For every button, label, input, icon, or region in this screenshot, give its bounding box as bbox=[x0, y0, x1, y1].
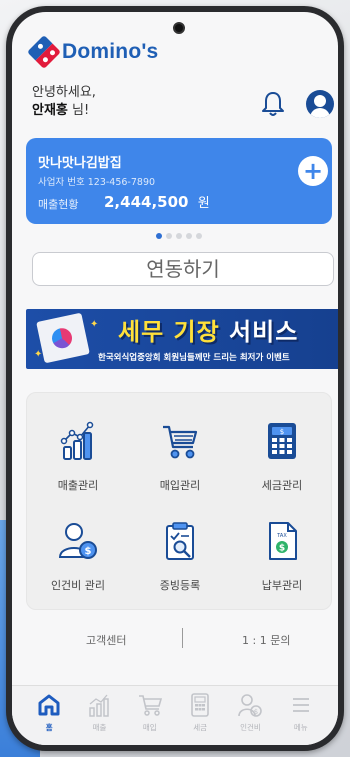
svg-text:$: $ bbox=[85, 546, 92, 557]
svg-text:$: $ bbox=[279, 544, 285, 554]
honorific: 님! bbox=[67, 103, 90, 118]
svg-text:$: $ bbox=[280, 428, 284, 436]
one-to-one-inquiry-link[interactable]: 1 : 1 문의 bbox=[242, 632, 290, 648]
menu-item-payment[interactable]: TAX $ 납부관리 bbox=[231, 511, 333, 611]
sales-label: 매출현황 bbox=[38, 198, 79, 211]
svg-text:$: $ bbox=[254, 708, 258, 716]
tab-label: 홈 bbox=[45, 723, 53, 732]
carousel-dot[interactable] bbox=[186, 233, 192, 239]
dominos-logo-icon bbox=[27, 35, 61, 69]
menu-item-label: 매출관리 bbox=[57, 479, 99, 492]
menu-item-sales[interactable]: 매출관리 bbox=[27, 411, 129, 511]
link-account-button[interactable]: 연동하기 bbox=[32, 252, 334, 286]
tab-label: 매입 bbox=[142, 723, 157, 732]
shopping-cart-icon bbox=[137, 692, 163, 718]
tab-home[interactable]: 홈 bbox=[24, 686, 74, 745]
hamburger-menu-icon bbox=[288, 692, 314, 718]
business-name: 맛나맛나김밥집 bbox=[38, 156, 122, 171]
sparkle-icon: ✦ bbox=[90, 319, 99, 330]
app-screen: Domino's 안녕하세요, 안재홍 님! 맛나맛나김밥집 사업자 번호 12… bbox=[12, 12, 338, 745]
sales-amount: 2,444,500 원 bbox=[104, 192, 210, 211]
profile-avatar-icon[interactable] bbox=[306, 90, 334, 118]
clipboard-search-icon bbox=[160, 521, 200, 561]
bottom-tab-bar: 홈 매출 매입 세금 $ 인건비 메뉴 bbox=[12, 685, 338, 745]
menu-item-tax[interactable]: $ 세금관리 bbox=[231, 411, 333, 511]
tab-label: 인건비 bbox=[240, 723, 261, 732]
menu-item-label: 납부관리 bbox=[261, 579, 303, 592]
sales-amount-value: 2,444,500 bbox=[104, 193, 189, 211]
home-icon bbox=[36, 692, 62, 718]
banner-headline: 세무 기장 서비스 bbox=[118, 312, 298, 347]
menu-item-label: 증빙등록 bbox=[159, 579, 201, 592]
tab-sales[interactable]: 매출 bbox=[74, 686, 124, 745]
menu-item-labor[interactable]: $ 인건비 관리 bbox=[27, 511, 129, 611]
carousel-dot[interactable] bbox=[156, 233, 162, 239]
tab-tax[interactable]: 세금 bbox=[175, 686, 225, 745]
document-illustration-icon bbox=[36, 312, 90, 364]
menu-item-label: 인건비 관리 bbox=[50, 579, 106, 592]
user-name: 안재홍 bbox=[32, 103, 68, 118]
bar-chart-icon bbox=[86, 692, 112, 718]
bar-chart-icon bbox=[58, 421, 98, 461]
tab-menu[interactable]: 메뉴 bbox=[276, 686, 326, 745]
tab-label: 메뉴 bbox=[293, 723, 308, 732]
carousel-indicator bbox=[156, 233, 202, 239]
banner-headline-main: 세무 기장 bbox=[118, 318, 220, 346]
sparkle-icon: ✦ bbox=[34, 349, 43, 360]
tax-document-icon: TAX $ bbox=[262, 521, 302, 561]
banner-subtext: 한국외식업중앙회 회원님들께만 드리는 최저가 이벤트 bbox=[98, 353, 290, 363]
tab-purchases[interactable]: 매입 bbox=[125, 686, 175, 745]
person-coin-icon: $ bbox=[58, 521, 98, 561]
carousel-dot[interactable] bbox=[166, 233, 172, 239]
tab-labor[interactable]: $ 인건비 bbox=[225, 686, 275, 745]
shopping-cart-icon bbox=[160, 421, 200, 461]
carousel-dot[interactable] bbox=[196, 233, 202, 239]
business-registration: 사업자 번호 123-456-7890 bbox=[38, 177, 156, 188]
promo-banner[interactable]: ✦ ✦ 세무 기장 서비스 한국외식업중앙회 회원님들께만 드리는 최저가 이벤… bbox=[26, 309, 338, 369]
menu-item-purchases[interactable]: 매입관리 bbox=[129, 411, 231, 511]
person-coin-icon: $ bbox=[237, 692, 263, 718]
support-links: 고객센터 1 : 1 문의 bbox=[12, 628, 338, 656]
sales-currency: 원 bbox=[197, 196, 210, 211]
tab-label: 세금 bbox=[193, 723, 208, 732]
notification-bell-icon[interactable] bbox=[260, 90, 286, 118]
greeting: 안녕하세요, 안재홍 님! bbox=[32, 84, 96, 120]
calculator-icon bbox=[187, 692, 213, 718]
calculator-icon: $ bbox=[262, 421, 302, 461]
add-business-button[interactable]: + bbox=[298, 156, 328, 186]
brand-logo: Domino's bbox=[27, 35, 159, 69]
greeting-text: 안녕하세요, bbox=[32, 85, 96, 100]
phone-frame: Domino's 안녕하세요, 안재홍 님! 맛나맛나김밥집 사업자 번호 12… bbox=[6, 6, 344, 751]
svg-text:TAX: TAX bbox=[276, 533, 287, 539]
brand-name: Domino's bbox=[62, 40, 159, 63]
customer-center-link[interactable]: 고객센터 bbox=[86, 632, 126, 648]
menu-item-label: 세금관리 bbox=[261, 479, 303, 492]
carousel-dot[interactable] bbox=[176, 233, 182, 239]
menu-item-receipts[interactable]: 증빙등록 bbox=[129, 511, 231, 611]
banner-headline-service: 서비스 bbox=[229, 318, 299, 346]
divider bbox=[182, 628, 183, 648]
menu-item-label: 매입관리 bbox=[159, 479, 201, 492]
tab-label: 매출 bbox=[92, 723, 107, 732]
menu-grid: 매출관리 매입관리 $ 세금관리 $ 인건비 관리 증빙등록 TAX $ 납부관… bbox=[26, 392, 332, 610]
front-camera bbox=[173, 22, 185, 34]
business-card[interactable]: 맛나맛나김밥집 사업자 번호 123-456-7890 매출현황 2,444,5… bbox=[26, 138, 332, 224]
